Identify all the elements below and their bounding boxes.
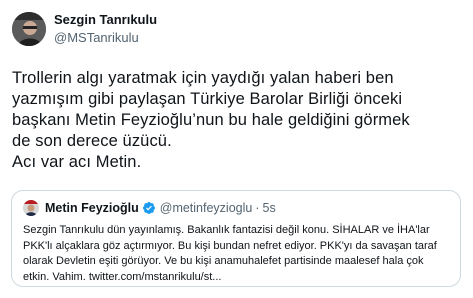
quoted-author-display-name: Metin Feyzioğlu [45, 201, 139, 215]
quoted-author-avatar-image [23, 200, 39, 216]
tweet-text: Trollerin algı yaratmak için yaydığı yal… [12, 69, 410, 171]
author-handle[interactable]: @MSTanrikulu [54, 30, 157, 46]
author-avatar-image [12, 12, 46, 46]
tweet-header: Sezgin Tanrıkulu @MSTanrikulu [54, 12, 157, 46]
quoted-tweet-text: Sezgin Tanrıkulu dün yayınlamış. Bakanlı… [23, 224, 437, 283]
quoted-tweet-header: Metin Feyzioğlu @metinfeyzioglu · 5s [23, 200, 276, 216]
quoted-tweet[interactable]: Metin Feyzioğlu @metinfeyzioglu · 5s Sez… [11, 190, 461, 287]
quoted-tweet-time[interactable]: 5s [263, 201, 276, 215]
quoted-author-handle: @metinfeyzioglu [159, 201, 253, 215]
tweet: Sezgin Tanrıkulu @MSTanrikulu Trollerin … [0, 0, 473, 298]
verified-badge-icon [142, 202, 155, 214]
author-display-name[interactable]: Sezgin Tanrıkulu [54, 12, 157, 28]
separator-dot: · [255, 201, 260, 215]
author-avatar[interactable] [12, 12, 46, 46]
quoted-author-avatar [23, 200, 39, 216]
